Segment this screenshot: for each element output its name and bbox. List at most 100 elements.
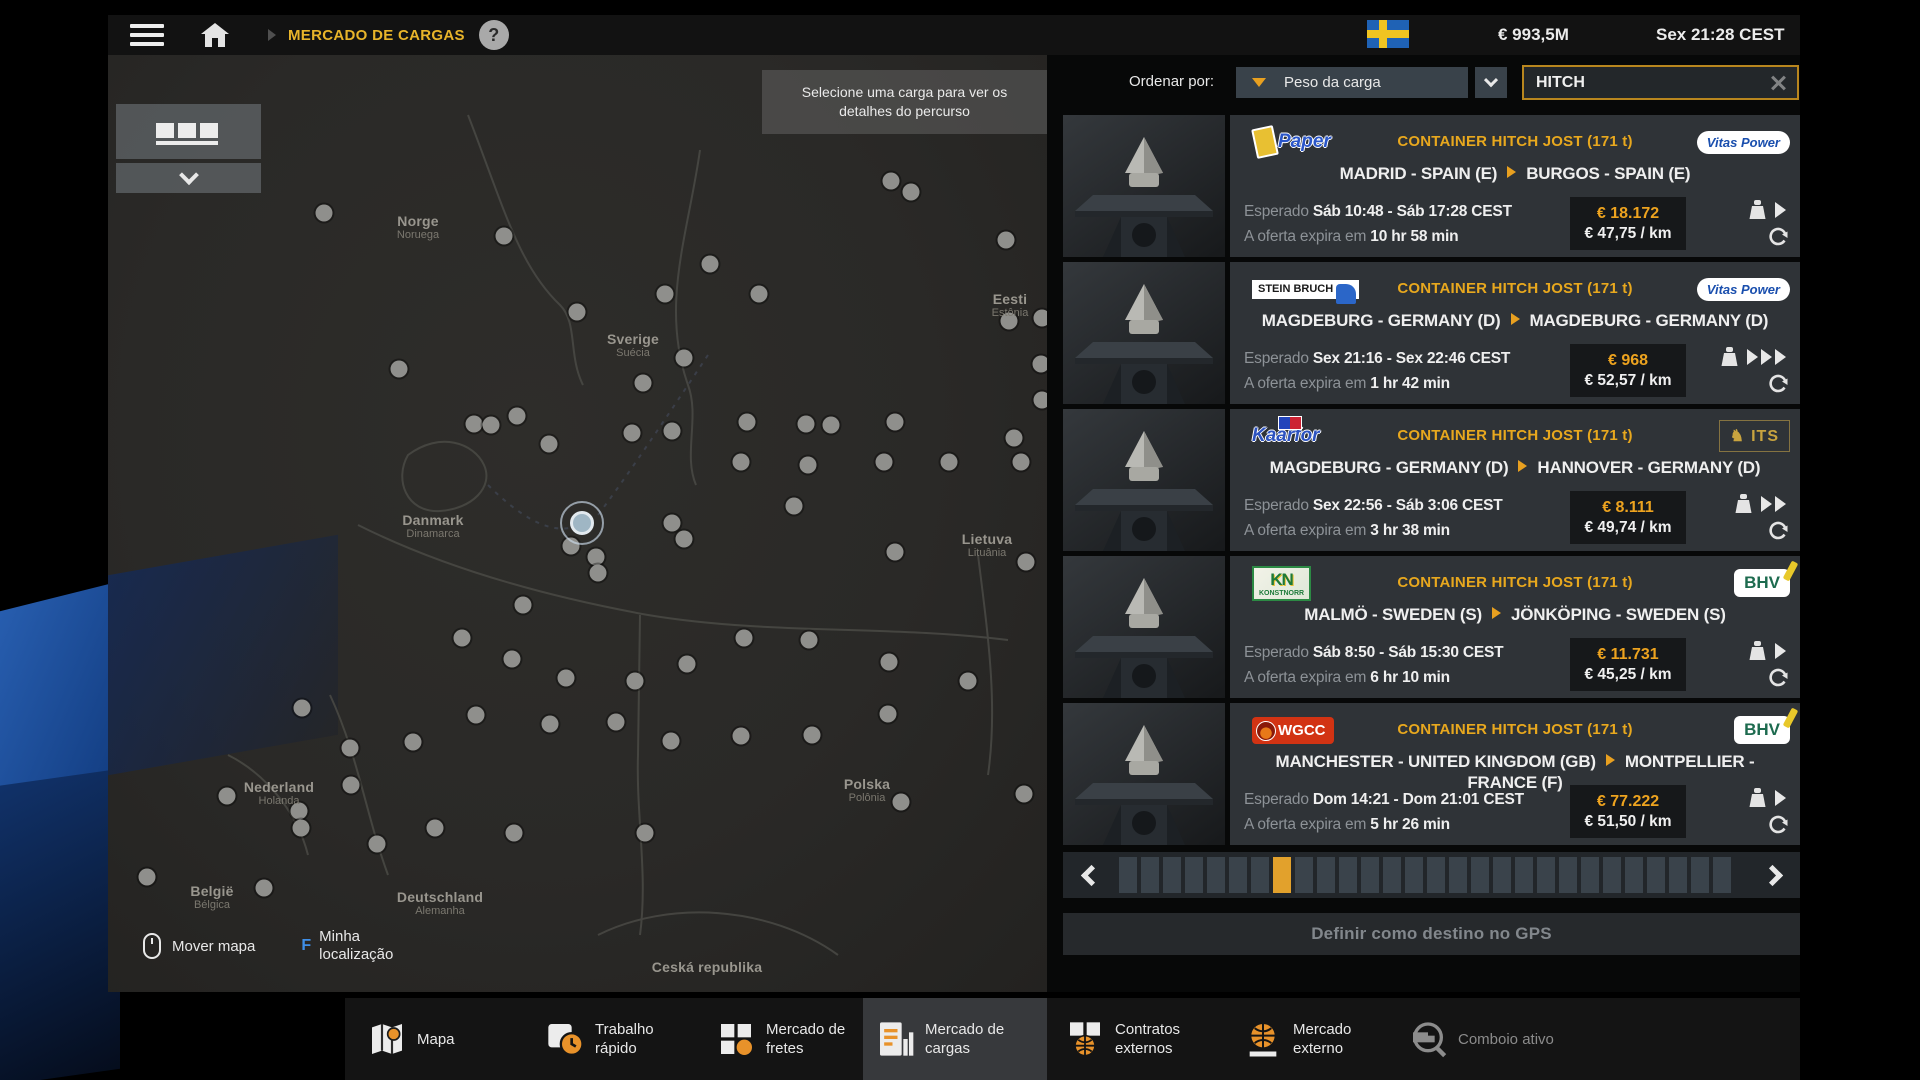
city-dot[interactable] [558,670,575,687]
map-canvas[interactable]: Selecione uma carga para ver os detalhes… [108,55,1047,992]
page-tick[interactable] [1713,857,1731,893]
city-dot[interactable] [139,869,156,886]
city-dot[interactable] [751,286,768,303]
page-tick[interactable] [1207,857,1225,893]
nav-item-contratos[interactable]: Contratos externos [1053,998,1225,1080]
drive-icon[interactable] [1768,227,1788,247]
city-dot[interactable] [887,414,904,431]
page-tick[interactable] [1581,857,1599,893]
city-dot[interactable] [624,425,641,442]
city-dot[interactable] [219,788,236,805]
city-dot[interactable] [733,454,750,471]
city-dot[interactable] [506,825,523,842]
page-tick[interactable] [1471,857,1489,893]
sort-dropdown[interactable]: Peso da carga [1236,67,1468,98]
city-dot[interactable] [627,673,644,690]
city-dot[interactable] [316,205,333,222]
map-collapse-button[interactable] [116,163,261,193]
nav-item-rapido[interactable]: Trabalho rápido [533,998,698,1080]
city-dot[interactable] [1018,554,1035,571]
city-dot[interactable] [637,825,654,842]
city-dot[interactable] [427,820,444,837]
city-dot[interactable] [676,350,693,367]
city-dot[interactable] [786,498,803,515]
city-dot[interactable] [1006,430,1023,447]
city-dot[interactable] [663,733,680,750]
page-tick[interactable] [1317,857,1335,893]
city-dot[interactable] [664,515,681,532]
fleet-manager-button[interactable] [116,104,261,159]
city-dot[interactable] [483,417,500,434]
city-dot[interactable] [342,740,359,757]
next-page-button[interactable] [1744,852,1800,898]
city-dot[interactable] [1034,392,1048,409]
city-dot[interactable] [293,820,310,837]
drive-icon[interactable] [1768,374,1788,394]
city-dot[interactable] [679,656,696,673]
menu-icon[interactable] [130,24,164,46]
page-tick-active[interactable] [1273,857,1291,893]
cargo-card[interactable]: Paper CONTAINER HITCH JOST (171 t) Vitas… [1063,115,1800,257]
city-dot[interactable] [664,423,681,440]
city-dot[interactable] [880,706,897,723]
city-dot[interactable] [496,228,513,245]
city-dot[interactable] [903,184,920,201]
nav-item-externo[interactable]: Mercado externo [1231,998,1384,1080]
page-tick[interactable] [1449,857,1467,893]
page-tick[interactable] [1361,857,1379,893]
page-tick[interactable] [1383,857,1401,893]
page-tick[interactable] [1493,857,1511,893]
page-tick[interactable] [1339,857,1357,893]
city-dot[interactable] [291,803,308,820]
city-dot[interactable] [590,565,607,582]
clear-search-icon[interactable] [1769,74,1787,92]
cargo-card[interactable]: STEIN BRUCH CONTAINER HITCH JOST (171 t)… [1063,262,1800,404]
page-tick[interactable] [1405,857,1423,893]
prev-page-button[interactable] [1063,852,1119,898]
page-tick[interactable] [1647,857,1665,893]
city-dot[interactable] [541,436,558,453]
nav-item-mapa[interactable]: Mapa [355,998,527,1080]
page-tick[interactable] [1625,857,1643,893]
cargo-card[interactable]: WGCC CONTAINER HITCH JOST (171 t) BHV MA… [1063,703,1800,845]
city-dot[interactable] [369,836,386,853]
city-dot[interactable] [294,700,311,717]
nav-item-comboio[interactable]: Comboio ativo [1396,998,1556,1080]
city-dot[interactable] [823,417,840,434]
help-icon[interactable]: ? [479,20,509,50]
city-dot[interactable] [676,531,693,548]
city-dot[interactable] [1013,454,1030,471]
page-tick[interactable] [1559,857,1577,893]
city-dot[interactable] [569,304,586,321]
city-dot[interactable] [657,286,674,303]
cargo-card[interactable]: KONSTNORR CONTAINER HITCH JOST (171 t) B… [1063,556,1800,698]
city-dot[interactable] [1001,313,1018,330]
drive-icon[interactable] [1768,668,1788,688]
city-dot[interactable] [736,630,753,647]
home-icon[interactable] [200,22,230,48]
page-tick[interactable] [1229,857,1247,893]
city-dot[interactable] [1033,356,1048,373]
nav-item-cargas[interactable]: Mercado de cargas [863,998,1047,1080]
city-dot[interactable] [608,714,625,731]
drive-icon[interactable] [1768,815,1788,835]
player-location-dot[interactable] [570,511,594,535]
city-dot[interactable] [941,454,958,471]
city-dot[interactable] [798,416,815,433]
sort-dropdown-open-button[interactable] [1475,67,1507,98]
city-dot[interactable] [515,597,532,614]
city-dot[interactable] [883,173,900,190]
city-dot[interactable] [635,375,652,392]
city-dot[interactable] [998,232,1015,249]
cargo-card[interactable]: Kaarfor CONTAINER HITCH JOST (171 t) ITS… [1063,409,1800,551]
drive-icon[interactable] [1768,521,1788,541]
city-dot[interactable] [1016,786,1033,803]
city-dot[interactable] [702,256,719,273]
city-dot[interactable] [343,777,360,794]
page-tick[interactable] [1515,857,1533,893]
city-dot[interactable] [876,454,893,471]
city-dot[interactable] [881,654,898,671]
city-dot[interactable] [454,630,471,647]
city-dot[interactable] [733,728,750,745]
city-dot[interactable] [1034,310,1048,327]
